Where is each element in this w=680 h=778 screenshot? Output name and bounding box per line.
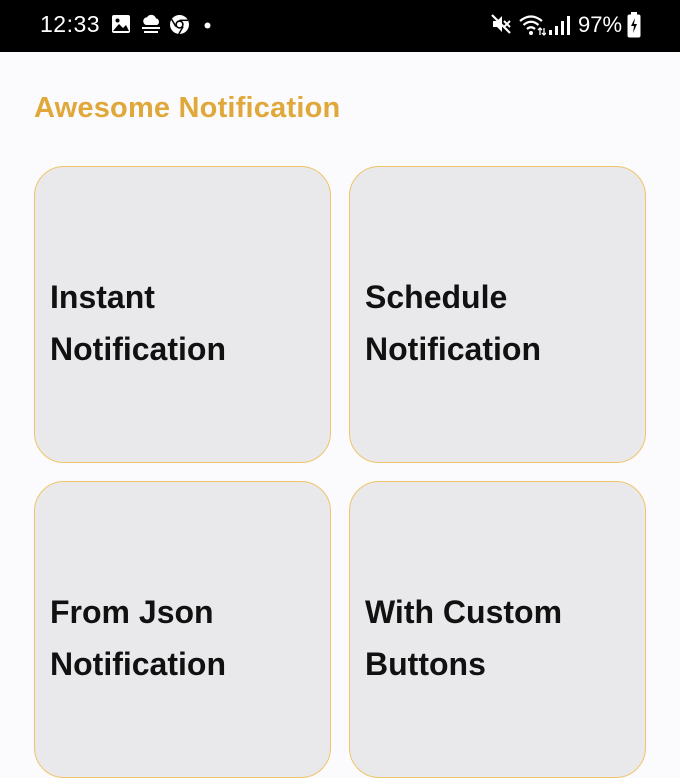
app-title: Awesome Notification	[34, 92, 341, 124]
cloud-icon	[142, 14, 160, 33]
dot-icon	[204, 22, 211, 29]
card-label: With Custom Buttons	[365, 594, 563, 682]
battery-charging-icon	[627, 12, 641, 38]
chrome-icon	[170, 15, 189, 35]
battery-percent: 97%	[578, 12, 623, 37]
card-label: Schedule Notification	[365, 279, 541, 367]
status-bar: 12:33 97%	[0, 0, 680, 52]
instant-notification-card[interactable]: Instant Notification	[34, 166, 331, 463]
gallery-icon	[112, 15, 130, 33]
mute-icon	[491, 14, 511, 34]
status-time: 12:33	[40, 11, 101, 37]
from-json-notification-card[interactable]: From Json Notification	[34, 481, 331, 778]
card-label: Instant Notification	[50, 279, 226, 367]
wifi-icon	[519, 15, 546, 36]
custom-buttons-card[interactable]: With Custom Buttons	[349, 481, 646, 778]
schedule-notification-card[interactable]: Schedule Notification	[349, 166, 646, 463]
card-label: From Json Notification	[50, 594, 226, 682]
signal-icon	[549, 16, 570, 35]
